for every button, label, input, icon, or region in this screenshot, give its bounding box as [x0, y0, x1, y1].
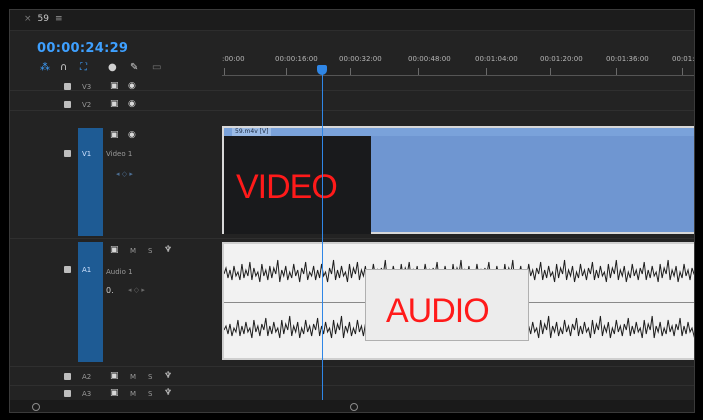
track-v2: V2 ▣ ◉ — [60, 98, 216, 112]
volume-readout[interactable]: 0. — [106, 286, 114, 295]
lock-icon[interactable] — [64, 150, 71, 157]
microphone-icon[interactable]: ♆ — [164, 246, 172, 255]
track-v1: ▣ ◉ V1 Video 1 ◂ ◇ ▸ — [60, 128, 216, 188]
track-label: A1 — [82, 266, 92, 274]
film-sync-icon[interactable]: ▣ — [110, 100, 119, 109]
zoom-handle-right[interactable] — [350, 403, 358, 411]
playhead-handle[interactable] — [317, 65, 327, 75]
lock-icon[interactable] — [64, 101, 71, 108]
track-name: Video 1 — [106, 150, 133, 158]
eye-icon[interactable]: ◉ — [128, 82, 136, 91]
captions-icon[interactable]: ▭ — [152, 62, 161, 74]
ruler-label: :00:00 — [222, 55, 245, 63]
mute-icon[interactable]: M — [130, 373, 136, 381]
track-label: V2 — [82, 101, 92, 109]
timeline-panel: × 59 ≡ 00:00:24:29 ⁂ ∩ ⛶ ● ✎ ▭ :00:00 00:0… — [9, 9, 695, 413]
ruler-label: 00:01:20:00 — [540, 55, 583, 63]
ruler-label: 00:01:04:00 — [475, 55, 518, 63]
audio-annotation: AUDIO — [386, 292, 490, 330]
track-a1: ▣ M S ♆ A1 Audio 1 0. ◂ ◇ ▸ — [60, 246, 216, 306]
close-icon[interactable]: × — [24, 14, 32, 24]
film-sync-icon[interactable]: ▣ — [110, 82, 119, 91]
wrench-icon[interactable]: ✎ — [130, 62, 138, 74]
horizontal-scrollbar[interactable] — [10, 400, 694, 412]
linked-selection-icon[interactable]: ⛶ — [80, 62, 87, 74]
ruler-label: 00:00:32:00 — [339, 55, 382, 63]
film-sync-icon[interactable]: ▣ — [110, 389, 119, 398]
mute-icon[interactable]: M — [130, 247, 136, 255]
film-sync-icon[interactable]: ▣ — [110, 372, 119, 381]
lock-icon[interactable] — [64, 373, 71, 380]
microphone-icon[interactable]: ♆ — [164, 389, 172, 398]
ruler-label: 00:01:36:00 — [606, 55, 649, 63]
solo-icon[interactable]: S — [148, 247, 152, 255]
lock-icon[interactable] — [64, 83, 71, 90]
timeline-toolbar: ⁂ ∩ ⛶ ● ✎ ▭ — [40, 62, 210, 76]
keyframe-nav-icon[interactable]: ◂ ◇ ▸ — [128, 286, 145, 294]
ruler-label: 00:01:52: — [672, 55, 695, 63]
microphone-icon[interactable]: ♆ — [164, 372, 172, 381]
track-name: Audio 1 — [106, 268, 133, 276]
panel-menu-icon[interactable]: ≡ — [55, 14, 63, 24]
track-a3: A3 ▣ M S ♆ — [60, 387, 216, 401]
playhead-timecode[interactable]: 00:00:24:29 — [37, 41, 128, 56]
track-label: V3 — [82, 83, 92, 91]
solo-icon[interactable]: S — [148, 390, 152, 398]
audio-annotation-box: AUDIO — [365, 269, 529, 341]
track-a2: A2 ▣ M S ♆ — [60, 370, 216, 384]
eye-icon[interactable]: ◉ — [128, 100, 136, 109]
keyframe-nav-icon[interactable]: ◂ ◇ ▸ — [116, 170, 133, 178]
clip-name: 59.m4v [V] — [232, 128, 272, 136]
zoom-handle-left[interactable] — [32, 403, 40, 411]
film-sync-icon[interactable]: ▣ — [110, 131, 119, 140]
ruler-label: 00:00:48:00 — [408, 55, 451, 63]
track-v3: V3 ▣ ◉ — [60, 80, 216, 94]
film-sync-icon[interactable]: ▣ — [110, 246, 119, 255]
ruler-label: 00:00:16:00 — [275, 55, 318, 63]
eye-icon[interactable]: ◉ — [128, 131, 136, 140]
sequence-tab-bar: × 59 ≡ — [10, 10, 694, 31]
lock-icon[interactable] — [64, 266, 71, 273]
video-clip[interactable]: 59.m4v [V] VIDEO — [222, 126, 694, 234]
sequence-name: 59 — [37, 14, 49, 24]
nest-icon[interactable]: ⁂ — [40, 62, 50, 74]
lock-icon[interactable] — [64, 390, 71, 397]
magnet-snap-icon[interactable]: ∩ — [60, 62, 67, 74]
track-label: A2 — [82, 373, 92, 381]
track-label: V1 — [82, 150, 92, 158]
playhead-line[interactable] — [322, 65, 323, 412]
track-label: A3 — [82, 390, 92, 398]
solo-icon[interactable]: S — [148, 373, 152, 381]
time-ruler[interactable]: :00:00 00:00:16:00 00:00:32:00 00:00:48:… — [222, 46, 694, 76]
marker-icon[interactable]: ● — [108, 62, 117, 74]
sequence-tab[interactable]: × 59 ≡ — [24, 14, 63, 24]
mute-icon[interactable]: M — [130, 390, 136, 398]
